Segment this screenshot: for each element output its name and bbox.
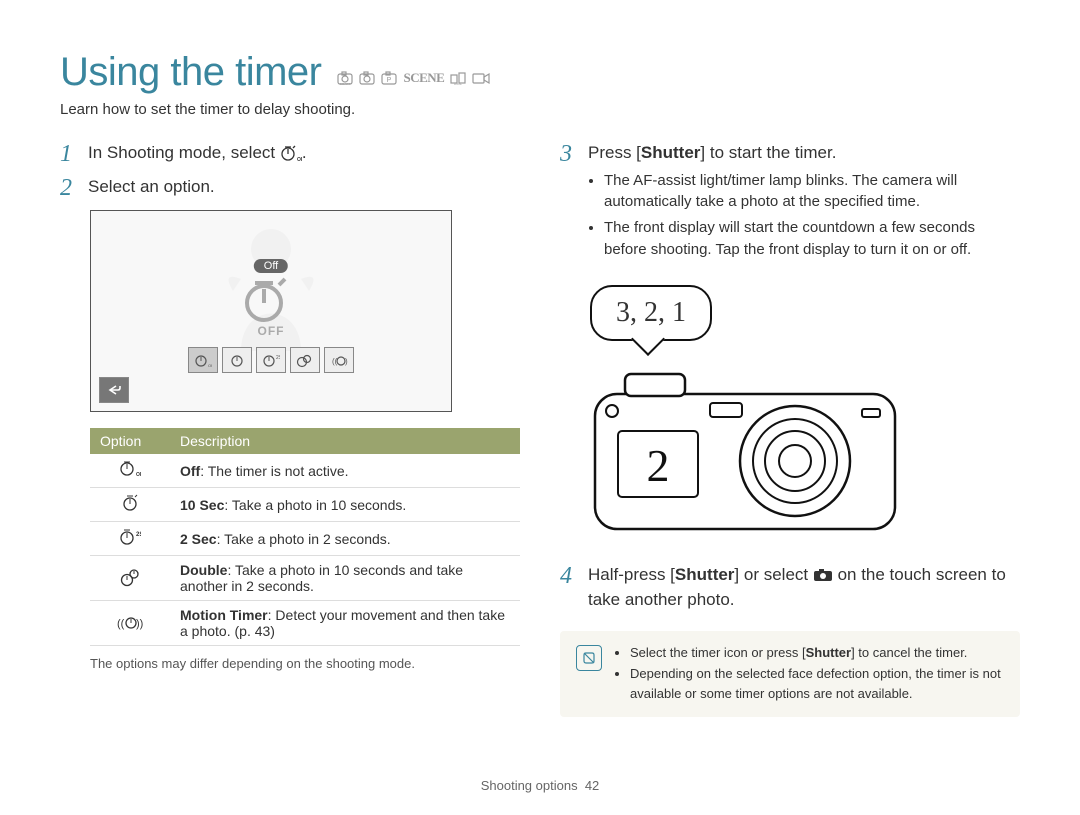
step-1-text: In Shooting mode, select OFF. <box>88 140 307 166</box>
svg-text:)): )) <box>136 618 143 630</box>
right-column: 3 Press [Shutter] to start the timer. Th… <box>560 140 1020 717</box>
page-footer: Shooting options 42 <box>0 778 1080 793</box>
step-2-text: Select an option. <box>88 174 215 200</box>
options-footnote: The options may differ depending on the … <box>90 656 520 671</box>
step-3-number: 3 <box>560 140 578 166</box>
note-box: Select the timer icon or press [Shutter]… <box>560 631 1020 718</box>
timer-2s-icon: 2S <box>119 533 141 549</box>
step-2-number: 2 <box>60 174 78 200</box>
th-option: Option <box>90 428 170 454</box>
dual-icon: DUAL <box>450 71 466 85</box>
th-description: Description <box>170 428 520 454</box>
program-icon: P <box>381 71 397 85</box>
chip-10s <box>222 347 252 373</box>
step-3-bullet: The front display will start the countdo… <box>604 217 1020 261</box>
back-button <box>99 377 129 403</box>
camera-outline-icon: 2 <box>590 369 910 539</box>
options-table: Option Description OFF Off: The timer is… <box>90 428 520 646</box>
big-off-icon: OFF <box>241 277 301 338</box>
selection-tooltip: Off <box>254 259 288 273</box>
note-bullet: Depending on the selected face defection… <box>630 664 1004 703</box>
timer-off-icon: OFF <box>119 465 141 481</box>
svg-text:((: (( <box>117 618 125 630</box>
svg-text:OFF: OFF <box>208 363 212 368</box>
timer-off-icon: OFF <box>280 145 302 163</box>
step-4-number: 4 <box>560 562 578 588</box>
camera-illustration: 3, 2, 1 <box>590 285 970 544</box>
step-3-text: Press [Shutter] to start the timer. The … <box>588 140 1020 275</box>
svg-text:): ) <box>345 357 348 366</box>
step-1-number: 1 <box>60 140 78 166</box>
svg-text:DUAL: DUAL <box>454 82 462 85</box>
chip-double <box>290 347 320 373</box>
svg-text:SMART: SMART <box>340 82 351 85</box>
speech-bubble: 3, 2, 1 <box>590 285 712 341</box>
table-row: 10 Sec: Take a photo in 10 seconds. <box>90 488 520 522</box>
svg-text:OFF: OFF <box>136 472 141 478</box>
smart-icon: SMART <box>337 71 353 85</box>
chip-motion: (() <box>324 347 354 373</box>
option-icon-row: OFF 2S (() <box>188 347 354 373</box>
table-row: OFF Off: The timer is not active. <box>90 454 520 488</box>
svg-text:P: P <box>387 77 392 84</box>
note-icon <box>576 645 602 671</box>
page-subtitle: Learn how to set the timer to delay shoo… <box>60 101 1020 118</box>
left-column: 1 In Shooting mode, select OFF. 2 Select… <box>60 140 520 717</box>
page-title: Using the timer <box>60 50 321 95</box>
step-3-bullet: The AF-assist light/timer lamp blinks. T… <box>604 170 1020 214</box>
step-4-text: Half-press [Shutter] or select on the to… <box>588 562 1020 613</box>
timer-10s-icon <box>121 499 139 515</box>
note-bullet: Select the timer icon or press [Shutter]… <box>630 643 1004 663</box>
table-row: 2S 2 Sec: Take a photo in 2 seconds. <box>90 522 520 556</box>
movie-icon <box>472 71 490 85</box>
table-row: (()) Motion Timer: Detect your movement … <box>90 601 520 646</box>
chip-2s: 2S <box>256 347 286 373</box>
mode-icons-row: SMART P SCENE DUAL <box>337 70 490 92</box>
camera-icon <box>813 568 833 582</box>
front-display-count: 2 <box>647 440 670 491</box>
auto-icon <box>359 71 375 85</box>
chip-off: OFF <box>188 347 218 373</box>
timer-double-icon <box>119 574 141 590</box>
table-row: Double: Take a photo in 10 seconds and t… <box>90 556 520 601</box>
timer-motion-icon: (()) <box>117 618 143 634</box>
svg-text:2S: 2S <box>136 532 141 538</box>
svg-text:2S: 2S <box>276 355 280 361</box>
screen-illustration: Off OFF OFF 2S (() <box>90 210 452 412</box>
scene-icon: SCENE <box>403 70 444 86</box>
